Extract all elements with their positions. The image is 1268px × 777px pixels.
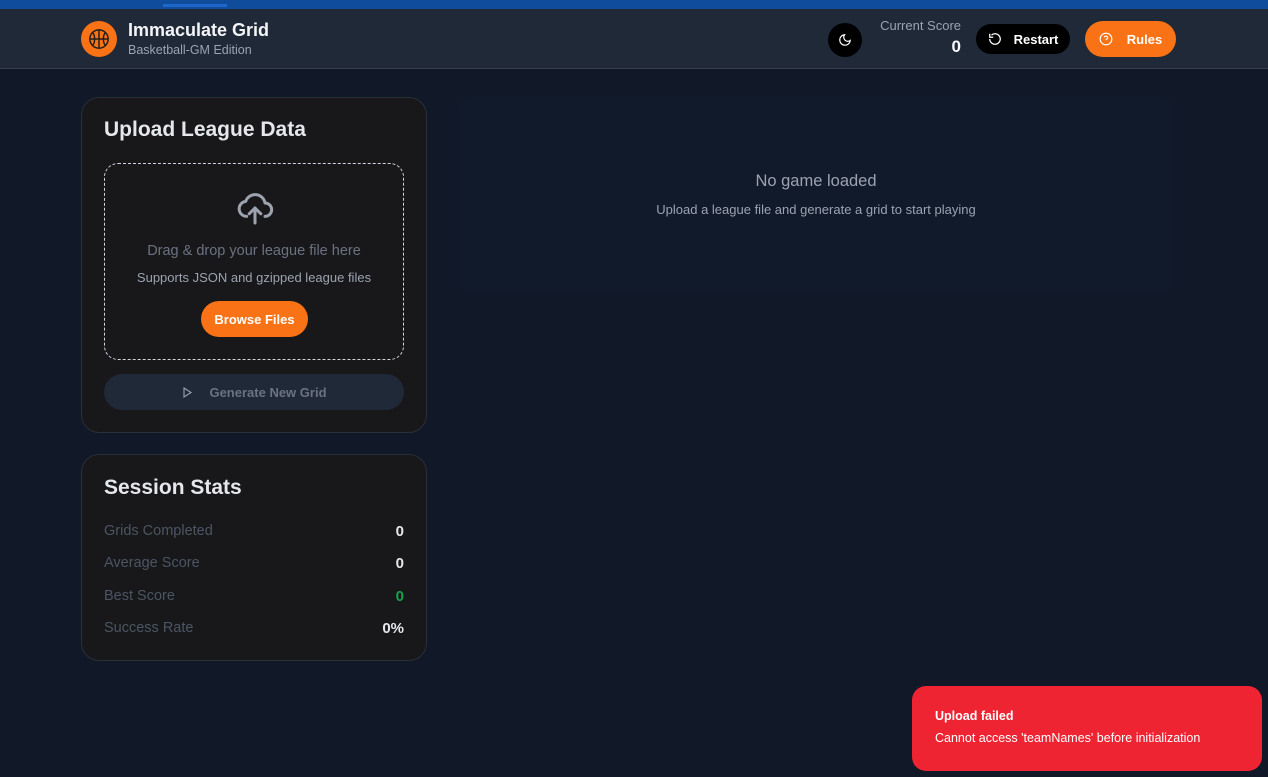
upload-league-card: Upload League Data Drag & drop your leag…: [81, 97, 427, 433]
upload-card-title: Upload League Data: [104, 118, 306, 141]
browser-top-strip: [0, 0, 1268, 9]
stat-row: Average Score 0: [104, 553, 404, 573]
file-dropzone[interactable]: Drag & drop your league file here Suppor…: [104, 163, 404, 360]
generate-grid-label: Generate New Grid: [209, 384, 327, 400]
current-score-value: 0: [951, 37, 961, 56]
rules-button[interactable]: Rules: [1085, 21, 1176, 57]
app-subtitle: Basketball-GM Edition: [128, 43, 252, 57]
dropzone-text: Drag & drop your league file here: [147, 243, 361, 259]
stat-row: Grids Completed 0: [104, 521, 404, 541]
stat-label: Grids Completed: [104, 523, 213, 539]
stat-label: Average Score: [104, 555, 200, 571]
error-toast[interactable]: Upload failed Cannot access 'teamNames' …: [912, 686, 1262, 771]
empty-state-subtitle: Upload a league file and generate a grid…: [656, 202, 976, 217]
cloud-upload-icon: [237, 193, 274, 225]
help-circle-icon: [1099, 32, 1113, 46]
toast-title: Upload failed: [935, 709, 1014, 723]
stat-value: 0: [395, 554, 404, 572]
active-tab-indicator: [163, 4, 227, 7]
game-panel: No game loaded Upload a league file and …: [458, 97, 1174, 293]
current-score-label: Current Score: [880, 18, 961, 33]
app-title: Immaculate Grid: [128, 20, 270, 40]
basketball-icon: [81, 21, 117, 57]
restart-label: Restart: [1013, 31, 1059, 47]
restart-icon: [988, 33, 1001, 45]
moon-icon: [839, 34, 851, 46]
rules-label: Rules: [1126, 31, 1163, 47]
theme-toggle-button[interactable]: [828, 23, 862, 57]
app-header: Immaculate Grid Basketball-GM Edition Cu…: [0, 9, 1268, 69]
empty-state-title: No game loaded: [755, 172, 877, 190]
stat-value: 0%: [382, 619, 404, 637]
stats-card-title: Session Stats: [104, 476, 242, 499]
play-icon: [183, 386, 193, 398]
stat-value: 0: [395, 522, 404, 540]
browse-files-button[interactable]: Browse Files: [201, 301, 308, 337]
stat-label: Best Score: [104, 588, 175, 604]
restart-button[interactable]: Restart: [976, 24, 1070, 54]
stat-row: Success Rate 0%: [104, 618, 404, 638]
session-stats-card: Session Stats Grids Completed 0 Average …: [81, 454, 427, 661]
generate-grid-button[interactable]: Generate New Grid: [104, 374, 404, 410]
stat-value: 0: [395, 587, 404, 605]
dropzone-subtext: Supports JSON and gzipped league files: [136, 270, 372, 285]
toast-message: Cannot access 'teamNames' before initial…: [935, 731, 1201, 745]
stat-row: Best Score 0: [104, 586, 404, 606]
stat-label: Success Rate: [104, 620, 194, 636]
